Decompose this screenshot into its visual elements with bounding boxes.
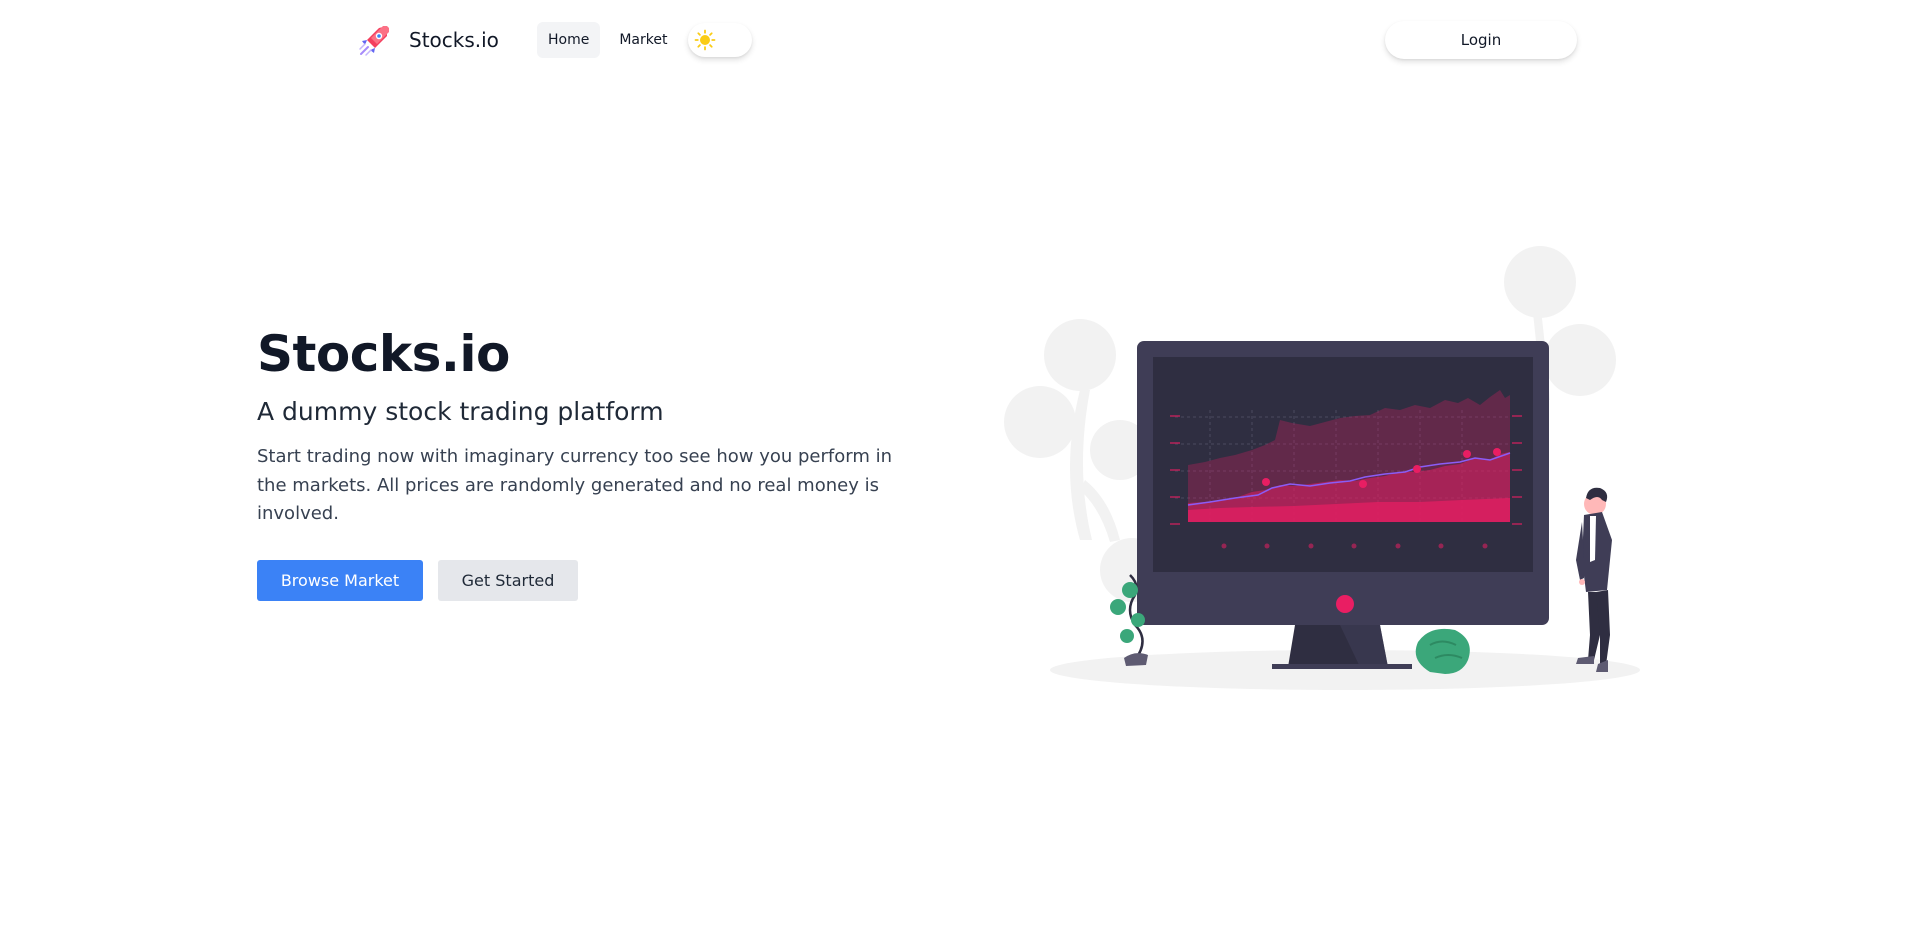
brand-link[interactable]: Stocks.io: [357, 20, 499, 60]
person: [1576, 487, 1612, 672]
browse-market-button[interactable]: Browse Market: [257, 560, 423, 601]
nav-link-home[interactable]: Home: [537, 22, 601, 58]
hero-title: Stocks.io: [257, 325, 510, 383]
rocket-icon: [359, 26, 389, 56]
theme-toggle[interactable]: [688, 23, 753, 57]
hero-illustration: [1004, 246, 1640, 690]
hero-subtitle: A dummy stock trading platform: [257, 397, 664, 426]
brand-name: Stocks.io: [409, 28, 499, 52]
sun-icon: [695, 29, 716, 51]
bush: [1415, 628, 1470, 674]
login-button[interactable]: Login: [1385, 21, 1577, 59]
nav-links: Home Market: [537, 21, 753, 59]
monitor-power-light: [1336, 595, 1354, 613]
hero-description: Start trading now with imaginary currenc…: [257, 446, 893, 524]
nav-link-market[interactable]: Market: [608, 22, 678, 58]
get-started-button[interactable]: Get Started: [438, 560, 578, 601]
navbar: Stocks.io Home Market Login: [0, 0, 1920, 80]
